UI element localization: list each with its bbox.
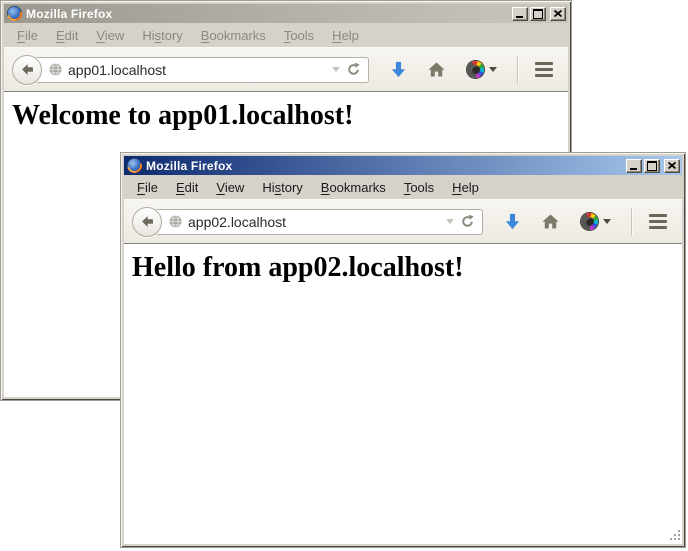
url-input[interactable] xyxy=(68,62,326,78)
window-controls xyxy=(512,7,566,21)
close-icon xyxy=(668,162,676,169)
menu-file[interactable]: File xyxy=(8,25,47,46)
firefox-icon xyxy=(7,6,22,21)
maximize-button[interactable] xyxy=(644,159,660,173)
home-button[interactable] xyxy=(428,62,445,77)
hamburger-icon xyxy=(649,214,667,217)
download-button[interactable] xyxy=(391,61,406,78)
minimize-button[interactable] xyxy=(626,159,642,173)
download-button[interactable] xyxy=(505,213,520,230)
home-icon xyxy=(542,214,559,229)
window-title: Mozilla Firefox xyxy=(26,7,508,21)
menu-tools[interactable]: Tools xyxy=(395,177,443,198)
urlbar-dropdown-icon[interactable] xyxy=(332,67,340,72)
titlebar[interactable]: Mozilla Firefox xyxy=(124,156,682,175)
color-wheel-addon-icon xyxy=(467,61,484,78)
addon-button[interactable] xyxy=(467,61,497,78)
menubar: File Edit View History Bookmarks Tools H… xyxy=(4,24,568,47)
nav-toolbar xyxy=(4,47,568,92)
menu-file[interactable]: File xyxy=(128,177,167,198)
reload-button[interactable] xyxy=(460,214,475,229)
back-arrow-icon xyxy=(140,214,155,229)
close-icon xyxy=(554,10,562,17)
urlbar[interactable] xyxy=(155,209,483,235)
menu-bookmarks[interactable]: Bookmarks xyxy=(192,25,275,46)
home-icon xyxy=(428,62,445,77)
menubar: File Edit View History Bookmarks Tools H… xyxy=(124,176,682,199)
reload-icon xyxy=(346,62,361,77)
minimize-button[interactable] xyxy=(512,7,528,21)
reload-button[interactable] xyxy=(346,62,361,77)
browser-window-app02[interactable]: Mozilla Firefox File Edit View History B… xyxy=(120,152,686,548)
menu-bookmarks[interactable]: Bookmarks xyxy=(312,177,395,198)
minimize-icon xyxy=(630,168,637,170)
close-button[interactable] xyxy=(664,159,680,173)
menu-edit[interactable]: Edit xyxy=(47,25,87,46)
menu-history[interactable]: History xyxy=(253,177,311,198)
page-heading: Welcome to app01.localhost! xyxy=(12,100,568,132)
minimize-icon xyxy=(516,16,523,18)
menu-view[interactable]: View xyxy=(87,25,133,46)
titlebar[interactable]: Mozilla Firefox xyxy=(4,4,568,23)
color-wheel-addon-icon xyxy=(581,213,598,230)
nav-toolbar xyxy=(124,199,682,244)
reload-icon xyxy=(460,214,475,229)
back-button[interactable] xyxy=(132,207,162,237)
globe-icon xyxy=(169,215,182,228)
addon-button[interactable] xyxy=(581,213,611,230)
menu-view[interactable]: View xyxy=(207,177,253,198)
menu-tools[interactable]: Tools xyxy=(275,25,323,46)
url-input[interactable] xyxy=(188,214,440,230)
menu-edit[interactable]: Edit xyxy=(167,177,207,198)
toolbar-separator xyxy=(631,208,632,236)
window-title: Mozilla Firefox xyxy=(146,159,622,173)
page-heading: Hello from app02.localhost! xyxy=(132,252,682,284)
toolbar-separator xyxy=(517,56,518,84)
menu-history[interactable]: History xyxy=(133,25,191,46)
page-content: Hello from app02.localhost! xyxy=(124,244,682,544)
addon-caret-down-icon xyxy=(489,67,497,72)
urlbar-dropdown-icon[interactable] xyxy=(446,219,454,224)
globe-icon xyxy=(49,63,62,76)
urlbar[interactable] xyxy=(35,57,369,83)
resize-grip[interactable] xyxy=(668,530,680,542)
menu-help[interactable]: Help xyxy=(323,25,368,46)
maximize-icon xyxy=(647,161,657,171)
addon-caret-down-icon xyxy=(603,219,611,224)
app-menu-button[interactable] xyxy=(530,56,558,84)
download-icon xyxy=(391,61,406,78)
firefox-icon xyxy=(127,158,142,173)
close-button[interactable] xyxy=(550,7,566,21)
hamburger-icon xyxy=(535,62,553,65)
maximize-button[interactable] xyxy=(530,7,546,21)
maximize-icon xyxy=(533,9,543,19)
back-arrow-icon xyxy=(20,62,35,77)
back-button[interactable] xyxy=(12,55,42,85)
app-menu-button[interactable] xyxy=(644,208,672,236)
window-controls xyxy=(626,159,680,173)
home-button[interactable] xyxy=(542,214,559,229)
menu-help[interactable]: Help xyxy=(443,177,488,198)
download-icon xyxy=(505,213,520,230)
